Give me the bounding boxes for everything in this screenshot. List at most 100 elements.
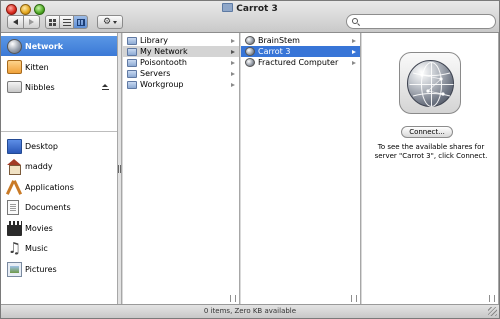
sidebar-item-kitten[interactable]: Kitten	[1, 57, 117, 77]
search-icon	[352, 18, 358, 24]
applications-icon	[7, 180, 22, 195]
sidebar-divider	[1, 131, 117, 132]
sidebar-item-pictures[interactable]: Pictures	[1, 259, 117, 279]
list-view-icon	[62, 18, 71, 26]
column-resize-handle[interactable]	[230, 295, 236, 302]
browser-column-2: BrainStem Carrot 3 Fractured Computer	[241, 33, 361, 304]
column-resize-handle[interactable]	[351, 295, 357, 302]
disclosure-arrow-icon	[231, 38, 235, 43]
sidebar-item-label: Documents	[25, 202, 71, 212]
chevron-down-icon	[113, 20, 118, 24]
sidebar-item-label: Pictures	[25, 264, 57, 274]
list-view-button[interactable]	[59, 15, 74, 29]
list-item-label: Workgroup	[140, 80, 184, 89]
globe-lines-icon	[409, 62, 454, 107]
server-icon	[245, 36, 255, 45]
folder-icon	[127, 36, 137, 45]
drag-handle-icon	[118, 165, 121, 173]
column-view-button[interactable]	[73, 15, 88, 29]
icon-view-button[interactable]	[45, 15, 60, 29]
list-item-poisontooth[interactable]: Poisontooth	[123, 57, 239, 68]
disclosure-arrow-icon	[352, 60, 356, 65]
disclosure-arrow-icon	[231, 71, 235, 76]
disclosure-arrow-icon	[231, 82, 235, 87]
network-globe-icon	[7, 38, 22, 54]
sidebar: Network Kitten Nibbles Desktop maddy App…	[1, 33, 118, 304]
preview-column: Connect... To see the available shares f…	[362, 33, 499, 304]
home-icon	[7, 159, 21, 175]
sidebar-item-label: Movies	[25, 223, 53, 233]
sidebar-item-label: Kitten	[25, 62, 49, 72]
forward-button[interactable]	[23, 15, 40, 29]
list-item-fractured-computer[interactable]: Fractured Computer	[241, 57, 360, 68]
disclosure-arrow-icon	[231, 49, 235, 54]
window-title-text: Carrot 3	[236, 4, 278, 14]
sidebar-item-desktop[interactable]: Desktop	[1, 136, 117, 156]
list-item-library[interactable]: Library	[123, 35, 239, 46]
sidebar-split-handle[interactable]	[118, 33, 122, 304]
folder-icon	[127, 80, 137, 89]
sidebar-item-documents[interactable]: Documents	[1, 197, 117, 217]
resize-grip-icon[interactable]	[488, 307, 497, 316]
connect-button[interactable]: Connect...	[401, 126, 453, 138]
folder-icon	[127, 47, 137, 56]
list-item-label: Fractured Computer	[258, 58, 339, 67]
sidebar-item-applications[interactable]: Applications	[1, 177, 117, 197]
eject-icon[interactable]	[102, 84, 109, 90]
sidebar-item-music[interactable]: ♫ Music	[1, 238, 117, 258]
back-button[interactable]	[7, 15, 24, 29]
sidebar-item-label: Music	[25, 243, 48, 253]
title-bar: Carrot 3 ⚙	[1, 1, 499, 33]
globe-icon	[407, 60, 454, 107]
sidebar-item-label: Nibbles	[25, 82, 55, 92]
list-item-label: BrainStem	[258, 36, 300, 45]
window-proxy-icon[interactable]	[222, 3, 234, 12]
list-item-label: Carrot 3	[258, 47, 291, 56]
list-item-label: My Network	[140, 47, 188, 56]
sidebar-item-label: Applications	[25, 182, 74, 192]
icon-view-icon	[49, 18, 56, 26]
status-text: 0 items, Zero KB available	[203, 307, 297, 315]
sidebar-item-label: Desktop	[25, 141, 58, 151]
sidebar-item-maddy[interactable]: maddy	[1, 156, 117, 176]
search-input[interactable]	[362, 16, 490, 27]
hard-drive-icon	[7, 81, 22, 93]
documents-icon	[7, 199, 19, 215]
network-server-icon	[399, 52, 461, 114]
server-icon	[245, 58, 255, 67]
pictures-icon	[7, 261, 22, 277]
list-item-label: Library	[140, 36, 168, 45]
music-icon: ♫	[7, 238, 22, 257]
chevron-right-icon	[29, 19, 34, 25]
sidebar-item-movies[interactable]: Movies	[1, 218, 117, 238]
folder-icon	[127, 58, 137, 67]
hard-drive-icon	[7, 60, 22, 74]
list-item-servers[interactable]: Servers	[123, 68, 239, 79]
sidebar-item-network[interactable]: Network	[1, 36, 117, 56]
disclosure-arrow-icon	[352, 49, 356, 54]
list-item-brainstem[interactable]: BrainStem	[241, 35, 360, 46]
sidebar-item-nibbles[interactable]: Nibbles	[1, 77, 117, 97]
column-view-icon	[76, 18, 85, 26]
list-item-label: Poisontooth	[140, 58, 187, 67]
connect-hint-text: To see the available shares for server "…	[374, 143, 488, 160]
action-menu-button[interactable]: ⚙	[97, 15, 123, 29]
finder-window: Carrot 3 ⚙ Network Kitten Nibbles Deskto…	[0, 0, 500, 319]
movies-icon	[7, 220, 22, 236]
desktop-icon	[7, 138, 22, 154]
disclosure-arrow-icon	[231, 60, 235, 65]
list-item-my-network[interactable]: My Network	[123, 46, 239, 57]
disclosure-arrow-icon	[352, 38, 356, 43]
list-item-label: Servers	[140, 69, 171, 78]
browser-column-1: Library My Network Poisontooth Servers W…	[123, 33, 240, 304]
window-title: Carrot 3	[1, 3, 499, 14]
list-item-workgroup[interactable]: Workgroup	[123, 79, 239, 90]
sidebar-item-label: Network	[25, 41, 64, 51]
list-item-carrot-3[interactable]: Carrot 3	[241, 46, 360, 57]
status-bar: 0 items, Zero KB available	[1, 304, 499, 318]
gear-icon: ⚙	[102, 16, 112, 27]
column-resize-handle[interactable]	[489, 295, 495, 302]
sidebar-item-label: maddy	[25, 161, 53, 171]
chevron-left-icon	[13, 19, 18, 25]
search-field[interactable]	[346, 14, 496, 29]
